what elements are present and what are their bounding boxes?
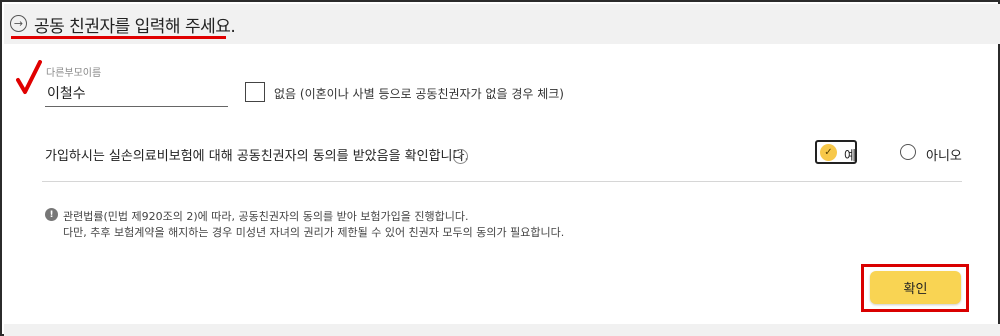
- confirm-button[interactable]: 확인: [870, 271, 961, 304]
- other-parent-name-label: 다른부모이름: [46, 68, 102, 79]
- page-title: 공동 친권자를 입력해 주세요.: [34, 17, 236, 37]
- other-parent-name-input[interactable]: [45, 80, 228, 107]
- consent-yes-label: 예: [844, 149, 856, 164]
- consent-question: 가입하시는 실손의료비보험에 대해 공동친권자의 동의를 받았음을 확인합니다.: [45, 149, 469, 164]
- check-icon: ✓: [820, 144, 837, 161]
- arrow-right-icon: →: [10, 15, 27, 32]
- no-guardian-label: 없음 (이혼이나 사별 등으로 공동친권자가 없을 경우 체크): [274, 87, 564, 101]
- required-check-icon: [16, 60, 42, 94]
- consent-no-radio[interactable]: [900, 144, 916, 160]
- title-underline: [11, 36, 226, 39]
- no-guardian-checkbox[interactable]: [245, 82, 265, 102]
- consent-no-label[interactable]: 아니오: [926, 145, 962, 164]
- divider: [42, 181, 962, 182]
- info-icon: !: [45, 208, 58, 221]
- help-icon[interactable]: ?: [453, 149, 468, 164]
- footer-bar: [4, 324, 1000, 336]
- consent-yes-option[interactable]: ✓ 예: [815, 140, 857, 164]
- header-bar: → 공동 친권자를 입력해 주세요.: [4, 4, 1000, 44]
- notice-line-1: 관련법률(민법 제920조의 2)에 따라, 공동친권자의 동의를 받아 보험가…: [63, 210, 469, 223]
- notice-line-2: 다만, 추후 보험계약을 해지하는 경우 미성년 자녀의 권리가 제한될 수 있…: [63, 226, 565, 239]
- dialog-frame: → 공동 친권자를 입력해 주세요. 다른부모이름 없음 (이혼이나 사별 등으…: [0, 0, 1000, 336]
